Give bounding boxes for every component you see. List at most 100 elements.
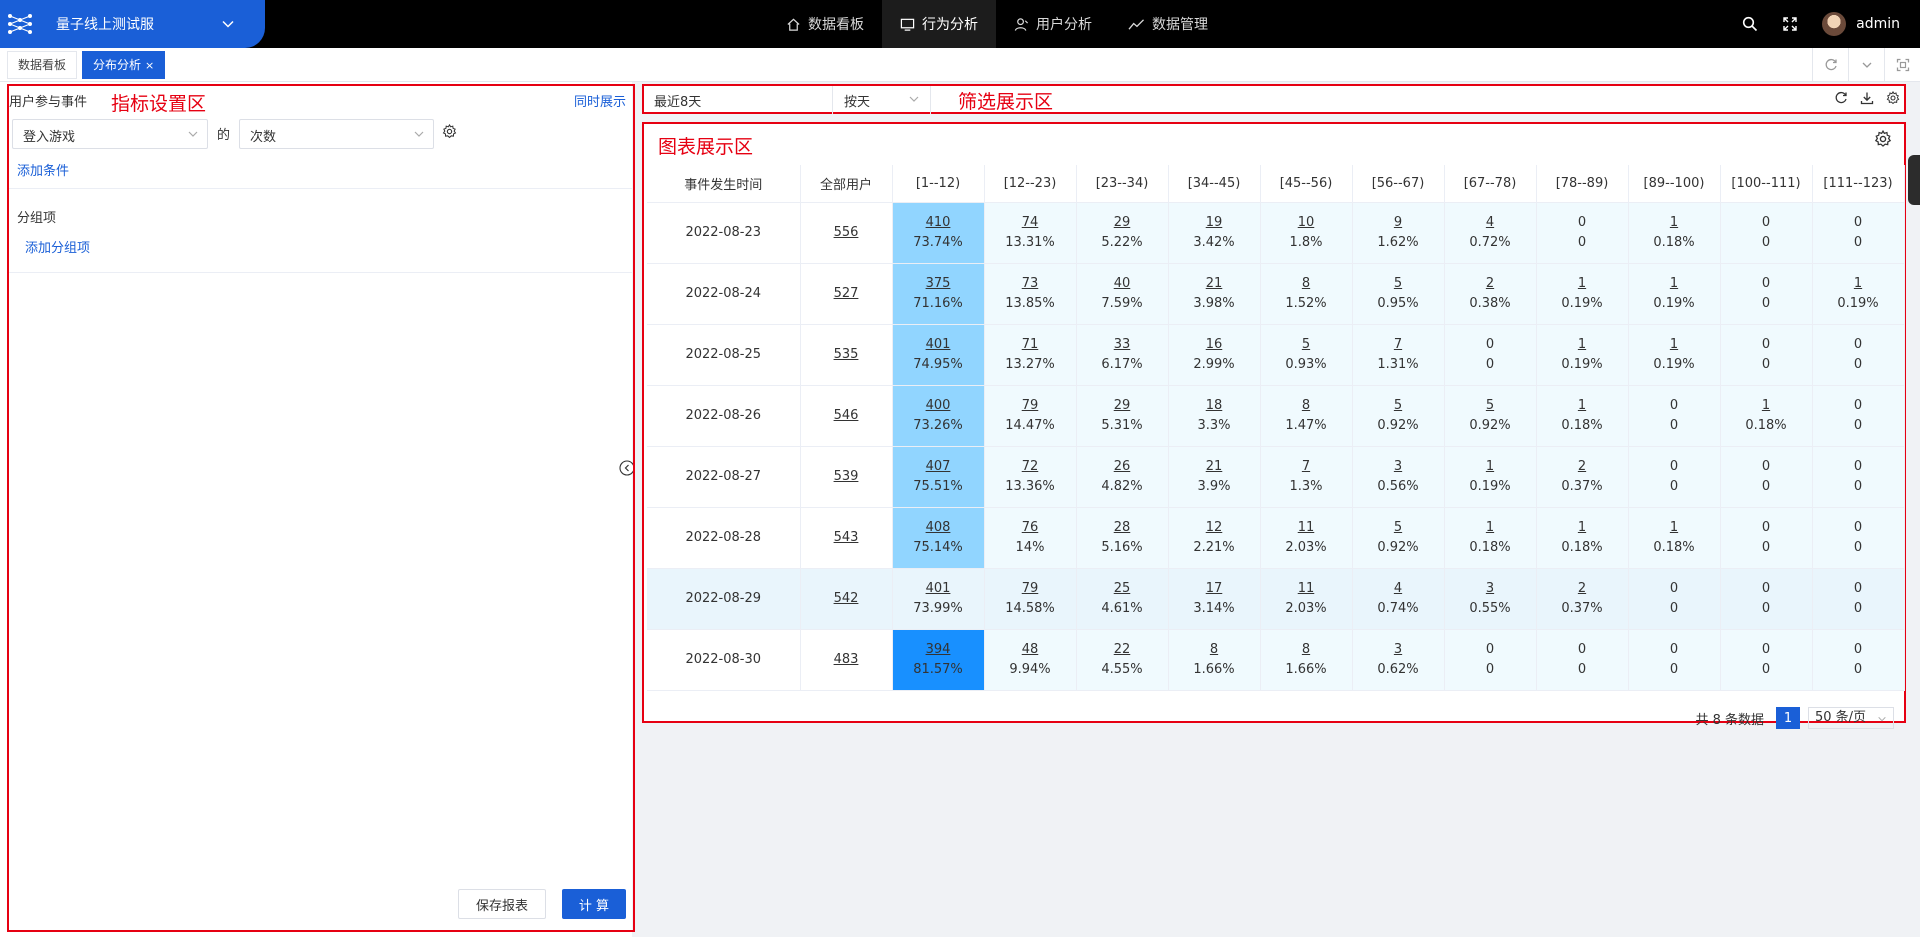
- cell-count[interactable]: 18: [1169, 396, 1260, 416]
- cell-count[interactable]: 401: [893, 335, 984, 355]
- username[interactable]: admin: [1856, 16, 1900, 32]
- cell-count[interactable]: 2: [1445, 274, 1536, 294]
- nav-user-analysis[interactable]: 用户分析: [996, 0, 1110, 48]
- cell-count[interactable]: 19: [1169, 213, 1260, 233]
- cell-count[interactable]: 25: [1077, 579, 1168, 599]
- cell-count[interactable]: 1: [1629, 518, 1720, 538]
- cell-count[interactable]: 7: [1353, 335, 1444, 355]
- cell-count[interactable]: 1: [1629, 335, 1720, 355]
- cell-count[interactable]: 5: [1353, 274, 1444, 294]
- cell-count[interactable]: 26: [1077, 457, 1168, 477]
- total-users-link[interactable]: 556: [801, 223, 892, 243]
- total-users-link[interactable]: 539: [801, 467, 892, 487]
- cell-count[interactable]: 8: [1261, 640, 1352, 660]
- cell-count[interactable]: 8: [1261, 396, 1352, 416]
- cell-count[interactable]: 11: [1261, 518, 1352, 538]
- nav-data-management[interactable]: 数据管理: [1110, 0, 1226, 48]
- total-users-cell[interactable]: 483: [800, 629, 893, 691]
- total-users-link[interactable]: 542: [801, 589, 892, 609]
- cell-count[interactable]: 29: [1077, 396, 1168, 416]
- total-users-link[interactable]: 535: [801, 345, 892, 365]
- chevron-down-icon[interactable]: [908, 93, 920, 105]
- collapse-panel-icon[interactable]: [619, 460, 635, 476]
- cell-count[interactable]: 1: [1813, 274, 1904, 294]
- chevron-down-icon[interactable]: [1848, 48, 1884, 82]
- event-select[interactable]: 登入游戏: [12, 119, 208, 149]
- nav-dashboard[interactable]: 数据看板: [768, 0, 882, 48]
- cell-count[interactable]: 1: [1629, 213, 1720, 233]
- total-users-cell[interactable]: 543: [800, 507, 893, 569]
- cell-count[interactable]: 3: [1353, 457, 1444, 477]
- cell-count[interactable]: 1: [1537, 518, 1628, 538]
- cell-count[interactable]: 5: [1261, 335, 1352, 355]
- cell-count[interactable]: 9: [1353, 213, 1444, 233]
- refresh-tab-icon[interactable]: [1812, 48, 1848, 82]
- cell-count[interactable]: 10: [1261, 213, 1352, 233]
- cell-count[interactable]: 4: [1353, 579, 1444, 599]
- total-users-cell[interactable]: 546: [800, 385, 893, 447]
- cell-count[interactable]: 3: [1445, 579, 1536, 599]
- cell-count[interactable]: 17: [1169, 579, 1260, 599]
- cell-count[interactable]: 401: [893, 579, 984, 599]
- date-range-picker[interactable]: 最近8天: [654, 91, 701, 110]
- cell-count[interactable]: 1: [1629, 274, 1720, 294]
- total-users-cell[interactable]: 556: [800, 202, 893, 264]
- page-size-select[interactable]: 50 条/页: [1808, 707, 1894, 729]
- save-report-button[interactable]: 保存报表: [458, 889, 546, 919]
- total-users-cell[interactable]: 542: [800, 568, 893, 630]
- total-users-cell[interactable]: 527: [800, 263, 893, 325]
- cell-count[interactable]: 73: [985, 274, 1076, 294]
- cell-count[interactable]: 11: [1261, 579, 1352, 599]
- cell-count[interactable]: 79: [985, 579, 1076, 599]
- cell-count[interactable]: 5: [1353, 396, 1444, 416]
- tab-distribution-analysis[interactable]: 分布分析 ×: [82, 51, 166, 79]
- cell-count[interactable]: 3: [1353, 640, 1444, 660]
- cell-count[interactable]: 375: [893, 274, 984, 294]
- cell-count[interactable]: 28: [1077, 518, 1168, 538]
- cell-count[interactable]: 40: [1077, 274, 1168, 294]
- close-icon[interactable]: ×: [145, 59, 154, 72]
- cell-count[interactable]: 407: [893, 457, 984, 477]
- project-switcher[interactable]: 量子线上测试服: [0, 0, 265, 48]
- cell-count[interactable]: 21: [1169, 457, 1260, 477]
- total-users-link[interactable]: 527: [801, 284, 892, 304]
- search-icon[interactable]: [1742, 16, 1758, 32]
- cell-count[interactable]: 4: [1445, 213, 1536, 233]
- cell-count[interactable]: 5: [1445, 396, 1536, 416]
- cell-count[interactable]: 16: [1169, 335, 1260, 355]
- add-condition-link[interactable]: 添加条件: [17, 160, 69, 179]
- cell-count[interactable]: 72: [985, 457, 1076, 477]
- cell-count[interactable]: 74: [985, 213, 1076, 233]
- cell-count[interactable]: 21: [1169, 274, 1260, 294]
- avatar[interactable]: [1822, 12, 1847, 36]
- cell-count[interactable]: 8: [1261, 274, 1352, 294]
- cell-count[interactable]: 1: [1537, 396, 1628, 416]
- compute-button[interactable]: 计 算: [562, 889, 626, 919]
- show-together-link[interactable]: 同时展示: [574, 91, 626, 110]
- tab-dashboard[interactable]: 数据看板: [7, 51, 78, 79]
- add-group-link[interactable]: 添加分组项: [25, 237, 90, 256]
- total-users-link[interactable]: 543: [801, 528, 892, 548]
- fullscreen-icon[interactable]: [1782, 16, 1798, 32]
- cell-count[interactable]: 76: [985, 518, 1076, 538]
- settings-gear-icon[interactable]: [1874, 129, 1892, 152]
- nav-behavior-analysis[interactable]: 行为分析: [882, 0, 996, 48]
- maximize-icon[interactable]: [1884, 48, 1920, 82]
- cell-count[interactable]: 7: [1261, 457, 1352, 477]
- cell-count[interactable]: 408: [893, 518, 984, 538]
- cell-count[interactable]: 400: [893, 396, 984, 416]
- settings-gear-icon[interactable]: [442, 123, 457, 143]
- cell-count[interactable]: 1: [1537, 274, 1628, 294]
- refresh-icon[interactable]: [1834, 91, 1848, 105]
- settings-gear-icon[interactable]: [1886, 91, 1900, 105]
- page-number[interactable]: 1: [1776, 707, 1800, 729]
- total-users-cell[interactable]: 535: [800, 324, 893, 386]
- download-icon[interactable]: [1860, 91, 1874, 105]
- cell-count[interactable]: 12: [1169, 518, 1260, 538]
- cell-count[interactable]: 1: [1721, 396, 1812, 416]
- cell-count[interactable]: 1: [1445, 457, 1536, 477]
- cell-count[interactable]: 1: [1537, 335, 1628, 355]
- cell-count[interactable]: 33: [1077, 335, 1168, 355]
- total-users-link[interactable]: 483: [801, 650, 892, 670]
- total-users-cell[interactable]: 539: [800, 446, 893, 508]
